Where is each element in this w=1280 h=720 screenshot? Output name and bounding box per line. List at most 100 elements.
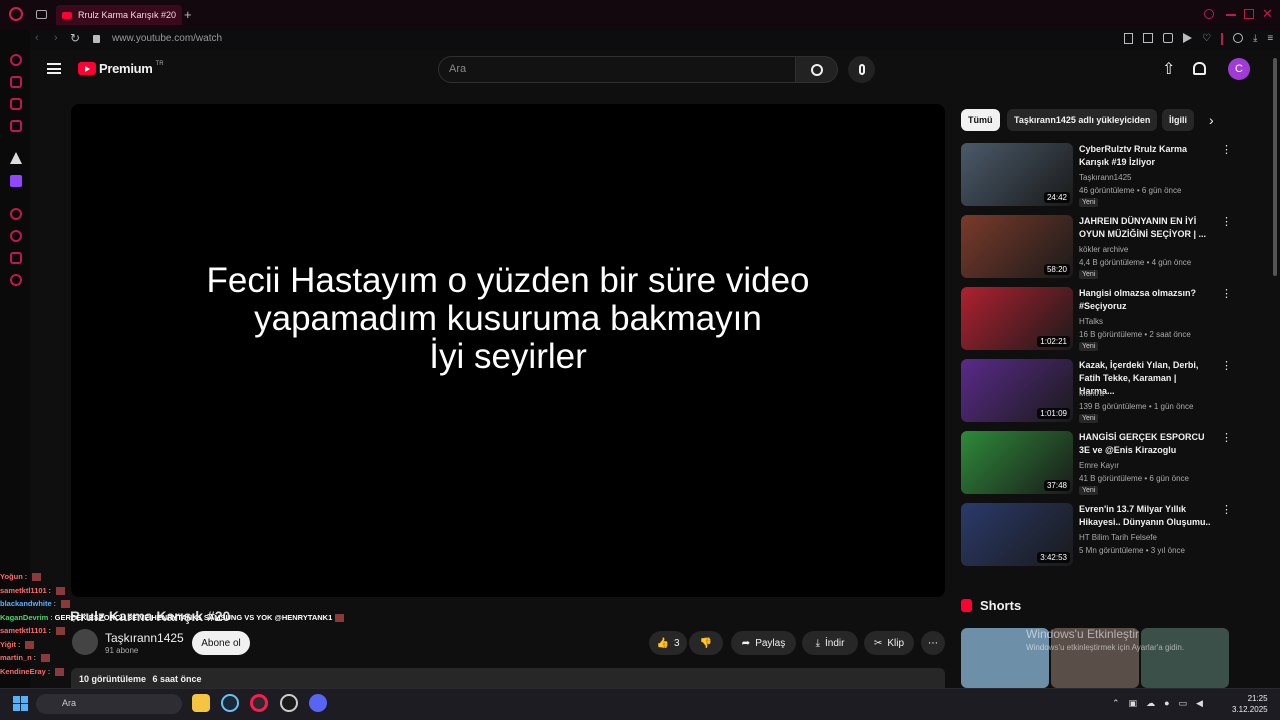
- account-avatar[interactable]: C: [1228, 58, 1250, 80]
- mic-tray-icon[interactable]: ●: [1164, 698, 1169, 709]
- atlas-icon[interactable]: [10, 152, 22, 164]
- chat-text: GERÇEK ESPORCU 3E VE HENRYTANK1 SAMSUNG …: [54, 612, 333, 622]
- more-options-icon[interactable]: ⋮: [1221, 215, 1232, 228]
- chip-from-uploader[interactable]: Taşkırann1425 adlı yükleyiciden: [1007, 109, 1158, 131]
- minimize-button[interactable]: [1226, 14, 1236, 16]
- recommendation-thumbnail[interactable]: 24:42: [961, 143, 1073, 206]
- recommendation-title[interactable]: HANGİSİ GERÇEK ESPORCU 3E ve @Enis Kiraz…: [1079, 431, 1214, 457]
- bookmark-icon[interactable]: [1124, 33, 1133, 44]
- obs-icon[interactable]: [280, 694, 298, 712]
- tray-app-icon[interactable]: ▣: [1129, 698, 1138, 709]
- recommendation-thumbnail[interactable]: 3:42:53: [961, 503, 1073, 566]
- file-explorer-icon[interactable]: [192, 694, 210, 712]
- recommendation-thumbnail[interactable]: 1:01:09: [961, 359, 1073, 422]
- search-input[interactable]: Ara: [438, 56, 796, 83]
- speaker-icon[interactable]: ◀: [1196, 698, 1203, 709]
- recommendation-item[interactable]: 3:42:53 Evren'in 13.7 Milyar Yıllık Hikay…: [961, 503, 1232, 567]
- page-scrollbar[interactable]: [1273, 58, 1277, 276]
- hamburger-menu-icon[interactable]: [47, 63, 61, 74]
- cloud-icon[interactable]: ☁: [1146, 698, 1155, 709]
- extensions-sidebar-icon[interactable]: [10, 252, 22, 264]
- chevron-right-icon[interactable]: ›: [1209, 112, 1214, 128]
- recommendation-thumbnail[interactable]: 1:02:21: [961, 287, 1073, 350]
- recommendation-thumbnail[interactable]: 37:48: [961, 431, 1073, 494]
- snapshot-icon[interactable]: [1143, 33, 1153, 43]
- aria-icon[interactable]: [10, 54, 22, 66]
- recommendation-channel[interactable]: HT Bilim Tarih Felsefe: [1079, 533, 1157, 542]
- more-options-icon[interactable]: ⋮: [1221, 359, 1232, 372]
- close-window-button[interactable]: ✕: [1262, 6, 1273, 22]
- download-button[interactable]: ⤓ İndir: [802, 631, 858, 655]
- upload-icon[interactable]: ⇧: [1162, 59, 1175, 79]
- browser-tab-active[interactable]: Rrulz Karma Karışık #20: [56, 5, 182, 25]
- reload-icon[interactable]: ↻: [70, 31, 80, 45]
- recommendation-item[interactable]: 37:48 HANGİSİ GERÇEK ESPORCU 3E ve @Enis …: [961, 431, 1232, 495]
- forward-icon[interactable]: ›: [54, 32, 58, 44]
- player-icon[interactable]: [1183, 33, 1192, 43]
- recommendation-item[interactable]: 58:20 JAHREIN DÜNYANIN EN İYİ OYUN MÜZİĞİ…: [961, 215, 1232, 279]
- opera-logo-icon[interactable]: [9, 7, 23, 21]
- recommendation-channel[interactable]: Taşkırann1425: [1079, 173, 1131, 182]
- extension-icon[interactable]: [1163, 33, 1173, 43]
- recommendation-item[interactable]: 1:01:09 Kazak, İçerdeki Yılan, Derbi, Fat…: [961, 359, 1232, 423]
- settings-icon[interactable]: [10, 274, 22, 286]
- new-tab-button[interactable]: +: [184, 7, 192, 22]
- more-options-icon[interactable]: ⋮: [1221, 287, 1232, 300]
- recommendation-title[interactable]: Evren'in 13.7 Milyar Yıllık Hikayesi.. D…: [1079, 503, 1214, 529]
- download-arrow-icon: ⤓: [815, 637, 820, 649]
- chat-username: KaganDevrim: [0, 612, 49, 622]
- clip-button[interactable]: ✂ Klip: [864, 631, 914, 655]
- recommendation-channel[interactable]: Emre Kayır: [1079, 461, 1119, 470]
- recommendation-channel[interactable]: Mantra: [1079, 389, 1104, 398]
- opera-taskbar-icon[interactable]: [250, 694, 268, 712]
- more-options-icon[interactable]: ⋮: [1221, 143, 1232, 156]
- watermark-title: Windows'u Etkinleştir: [1026, 627, 1139, 641]
- menu-icon[interactable]: ≡: [1267, 33, 1273, 45]
- back-icon[interactable]: ‹: [35, 32, 39, 44]
- url-text[interactable]: www.youtube.com/watch: [112, 33, 222, 44]
- network-icon[interactable]: ▭: [1179, 698, 1188, 709]
- more-options-icon[interactable]: ⋮: [1221, 431, 1232, 444]
- recommendation-channel[interactable]: kökler archive: [1079, 245, 1128, 254]
- chip-all[interactable]: Tümü: [961, 109, 1000, 131]
- recommendation-title[interactable]: Hangisi olmazsa olmazsın? #Seçiyoruz: [1079, 287, 1214, 313]
- messenger-icon[interactable]: [10, 98, 22, 110]
- player-sidebar-icon[interactable]: [10, 208, 22, 220]
- history-icon[interactable]: [10, 230, 22, 242]
- twitch-icon[interactable]: [10, 175, 22, 187]
- download-label: İndir: [824, 637, 845, 649]
- tab-menu-icon[interactable]: [36, 10, 47, 19]
- share-button[interactable]: ➦ Paylaş: [731, 631, 796, 655]
- window-search-icon[interactable]: [1204, 9, 1214, 19]
- start-button-icon[interactable]: [13, 696, 28, 711]
- recommendation-item[interactable]: 1:02:21 Hangisi olmazsa olmazsın? #Seçiyo…: [961, 287, 1232, 351]
- more-actions-button[interactable]: ⋯: [921, 631, 945, 655]
- taskbar-clock[interactable]: 21:25 3.12.2025: [1232, 693, 1268, 715]
- taskbar-search[interactable]: Ara: [36, 694, 182, 714]
- like-button[interactable]: 👍 3: [649, 631, 687, 655]
- new-badge: Yeni: [1079, 270, 1099, 279]
- notifications-bell-icon[interactable]: [1193, 62, 1206, 75]
- search-button[interactable]: [796, 56, 838, 83]
- youtube-logo[interactable]: Premium TR: [78, 61, 164, 76]
- recommendation-channel[interactable]: HTalks: [1079, 317, 1103, 326]
- restore-button[interactable]: [1244, 9, 1254, 19]
- chevron-up-icon[interactable]: ⌃: [1112, 698, 1120, 709]
- recommendation-item[interactable]: 24:42 CyberRulztv Rrulz Karma Karışık #19…: [961, 143, 1232, 207]
- chat-message: sametktl1101 :: [0, 584, 300, 598]
- chip-related[interactable]: İlgili: [1162, 109, 1194, 131]
- recommendation-thumbnail[interactable]: 58:20: [961, 215, 1073, 278]
- briefcase-icon[interactable]: [10, 76, 22, 88]
- more-options-icon[interactable]: ⋮: [1221, 503, 1232, 516]
- whatsapp-icon[interactable]: [10, 120, 22, 132]
- download-icon[interactable]: ⤓: [1253, 33, 1257, 45]
- heart-icon[interactable]: ♡: [1202, 33, 1211, 45]
- voice-search-button[interactable]: [848, 56, 875, 83]
- recommendation-title[interactable]: JAHREIN DÜNYANIN EN İYİ OYUN MÜZİĞİNİ SE…: [1079, 215, 1214, 241]
- discord-icon[interactable]: [309, 694, 327, 712]
- recommendation-meta: 16 B görüntüleme • 2 saat önce: [1079, 330, 1191, 339]
- dislike-button[interactable]: 👎: [689, 631, 723, 655]
- recommendation-title[interactable]: CyberRulztv Rrulz Karma Karışık #19 İzli…: [1079, 143, 1214, 169]
- steam-icon[interactable]: [221, 694, 239, 712]
- profile-icon[interactable]: [1232, 33, 1243, 43]
